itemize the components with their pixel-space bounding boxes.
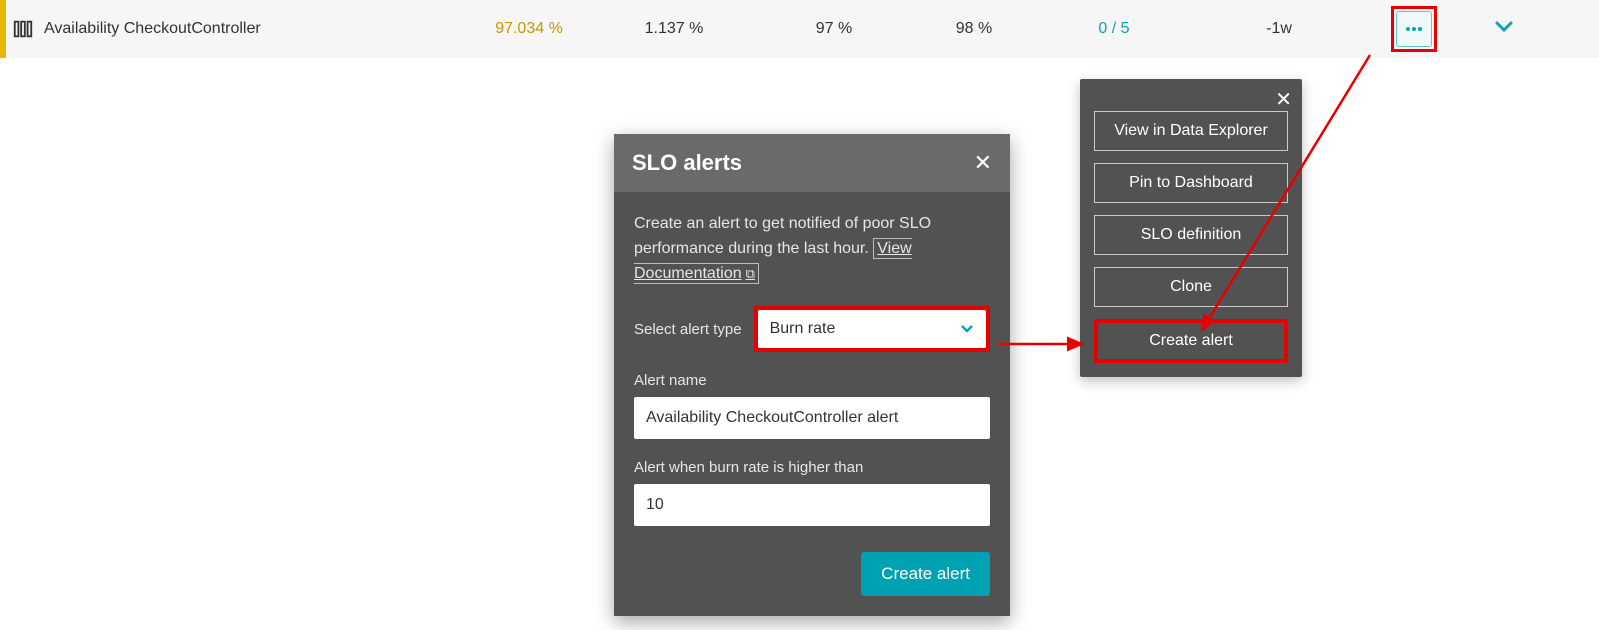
alert-type-row: Select alert type Burn rate	[634, 306, 990, 352]
slo-value: 97.034 %	[474, 20, 584, 38]
menu-clone[interactable]: Clone	[1094, 267, 1288, 307]
target-threshold: 98 %	[904, 20, 1044, 38]
menu-slo-definition[interactable]: SLO definition	[1094, 215, 1288, 255]
slo-alerts-dialog: SLO alerts ✕ Create an alert to get noti…	[614, 134, 1010, 616]
more-actions-button[interactable]	[1396, 11, 1432, 47]
chevron-down-icon	[960, 324, 974, 334]
ellipsis-icon	[1405, 26, 1423, 32]
evaluation-window: -1w	[1184, 20, 1374, 38]
dialog-body: Create an alert to get notified of poor …	[614, 192, 1010, 546]
dialog-description: Create an alert to get notified of poor …	[634, 212, 990, 286]
menu-create-alert[interactable]: Create alert	[1094, 319, 1288, 363]
problems-count[interactable]: 0 / 5	[1044, 20, 1184, 38]
bars-icon	[12, 18, 34, 40]
warning-threshold: 97 %	[764, 20, 904, 38]
highlight-box	[1391, 6, 1437, 52]
error-budget: 1.137 %	[584, 20, 764, 38]
dialog-header: SLO alerts ✕	[614, 134, 1010, 192]
expand-row-button[interactable]	[1454, 20, 1554, 38]
close-icon[interactable]: ✕	[1275, 87, 1292, 112]
slo-name: Availability CheckoutController	[44, 20, 474, 38]
alert-name-input[interactable]	[634, 397, 990, 439]
more-actions-cell	[1374, 6, 1454, 52]
dialog-footer: Create alert	[614, 546, 1010, 616]
burn-rate-threshold-input[interactable]	[634, 484, 990, 526]
dialog-title: SLO alerts	[632, 150, 742, 176]
alert-type-select[interactable]: Burn rate	[758, 310, 986, 348]
menu-view-data-explorer[interactable]: View in Data Explorer	[1094, 111, 1288, 151]
context-menu: ✕ View in Data Explorer Pin to Dashboard…	[1080, 79, 1302, 377]
alert-name-label: Alert name	[634, 372, 990, 389]
menu-pin-dashboard[interactable]: Pin to Dashboard	[1094, 163, 1288, 203]
burn-rate-threshold-label: Alert when burn rate is higher than	[634, 459, 990, 476]
external-link-icon: ⧉	[746, 266, 755, 281]
chevron-down-icon	[1495, 21, 1513, 33]
create-alert-button[interactable]: Create alert	[861, 552, 990, 596]
select-alert-type-label: Select alert type	[634, 321, 742, 338]
close-icon[interactable]: ✕	[974, 150, 992, 176]
highlight-box: Burn rate	[754, 306, 990, 352]
slo-row[interactable]: Availability CheckoutController 97.034 %…	[0, 0, 1599, 58]
alert-type-value: Burn rate	[770, 320, 836, 338]
